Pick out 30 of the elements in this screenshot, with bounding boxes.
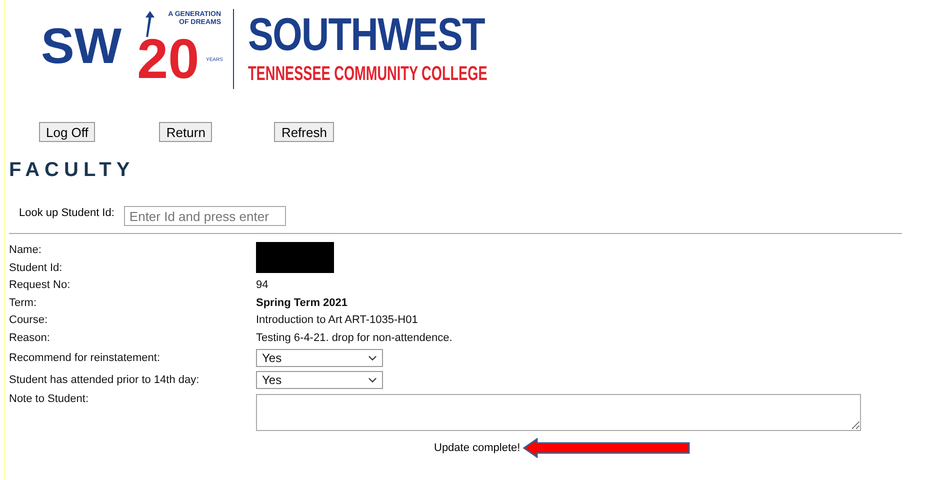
field-label: Course: (9, 313, 49, 328)
logo-name: SOUTHWEST (248, 11, 486, 57)
field-value: Testing 6-4-21. drop for non-attendence. (256, 330, 454, 346)
field-value: Introduction to Art ART-1035-H01 (256, 313, 419, 328)
page-heading: FACULTY (9, 159, 136, 182)
field-label: Reason: (9, 330, 51, 346)
field-label: Term: (9, 296, 38, 310)
field-label: Student Id: (9, 260, 64, 276)
nav-button[interactable]: Log Off (39, 122, 96, 142)
field-label: Request No: (9, 278, 72, 293)
field-label: Note to Student: (9, 392, 90, 407)
nav-button[interactable]: Return (159, 122, 212, 142)
note-field[interactable] (256, 394, 861, 431)
field-label: Name: (9, 243, 42, 258)
status-message: Update complete! (434, 442, 520, 454)
field-value: Spring Term 2021 (256, 296, 348, 310)
nav-button[interactable]: Refresh (274, 122, 334, 142)
chevron-down-icon (368, 355, 377, 361)
student-id-field[interactable]: Enter Id and press enter (124, 206, 286, 226)
field-value: 94 (256, 278, 270, 293)
logo-letters: SW (41, 18, 123, 74)
lookup-label: Look up Student Id: (19, 207, 114, 219)
dropdown[interactable]: Yes (256, 349, 383, 367)
dropdown[interactable]: Yes (256, 371, 383, 389)
logo-number: 20 (136, 30, 200, 86)
field-label: Student has attended prior to 14th day: (9, 373, 200, 388)
field-label: Recommend for reinstatement: (9, 351, 162, 366)
chevron-down-icon (368, 377, 377, 383)
logo-subtitle: TENNESSEE COMMUNITY COLLEGE (248, 63, 488, 86)
arrow-up-icon (145, 10, 155, 36)
